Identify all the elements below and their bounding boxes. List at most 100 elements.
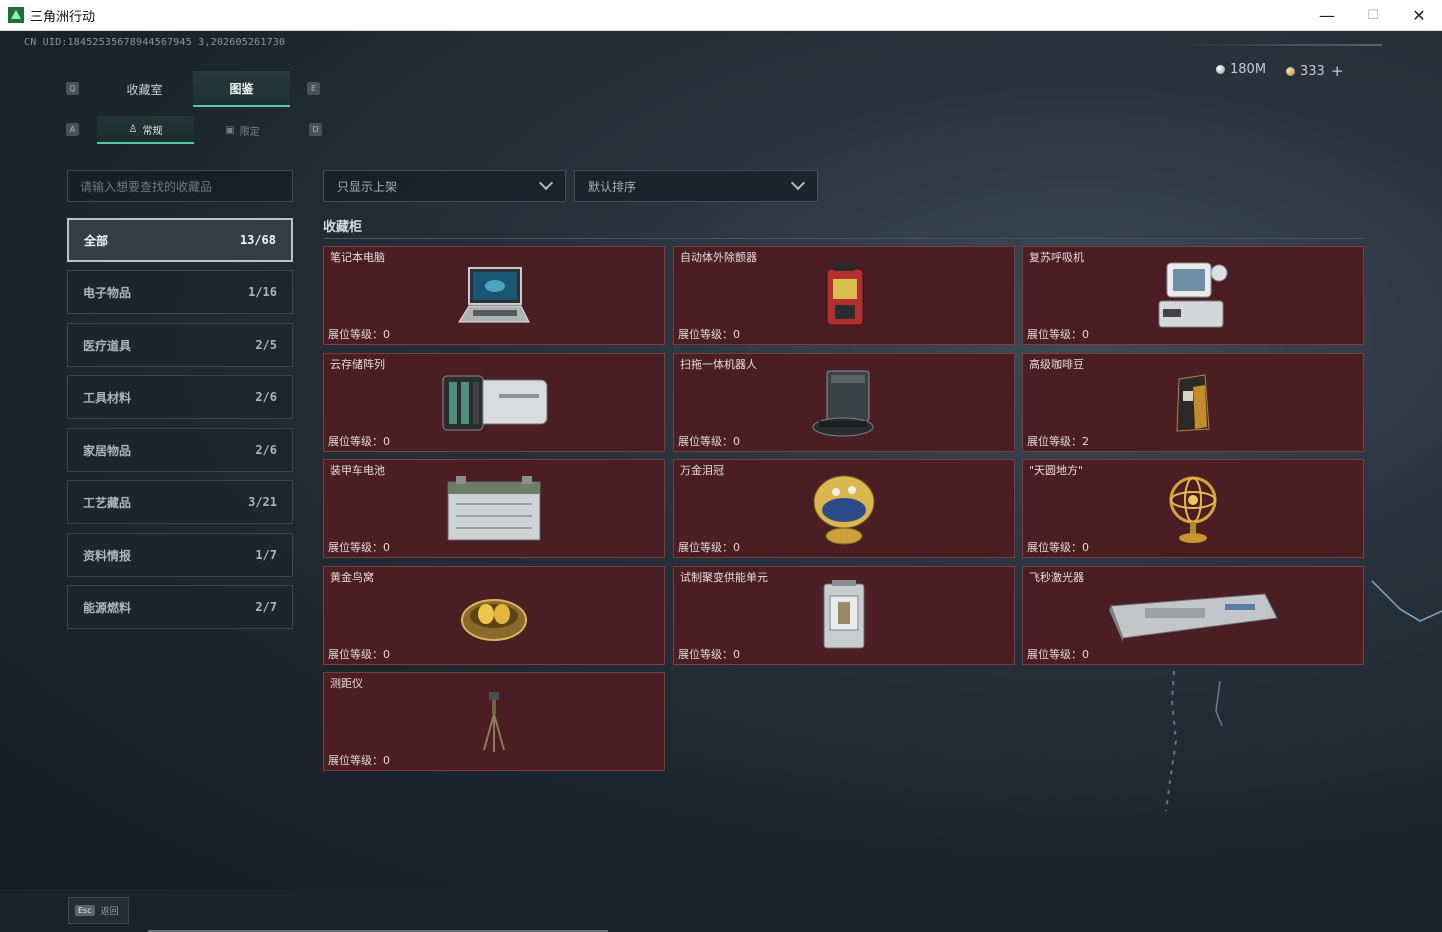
chevron-down-icon [538, 175, 554, 191]
item-card[interactable]: 笔记本电脑 展位等级：0 [323, 246, 665, 345]
trophy-icon: ♙ [128, 123, 138, 135]
category-all[interactable]: 全部 13/68 [67, 218, 293, 262]
item-name: 试制聚变供能单元 [680, 571, 768, 584]
image-icon: ▣ [225, 124, 235, 136]
item-level: 展位等级：0 [1027, 648, 1089, 661]
item-card[interactable]: 复苏呼吸机 展位等级：0 [1022, 246, 1364, 345]
item-name: 万金泪冠 [680, 464, 724, 477]
category-label: 工艺藏品 [83, 495, 132, 510]
category-count: 13/68 [239, 233, 276, 247]
item-name: 飞秒激光器 [1029, 571, 1084, 584]
close-button[interactable]: ✕ [1396, 0, 1442, 31]
category-count: 2/7 [255, 600, 277, 614]
item-level: 展位等级：2 [1027, 435, 1089, 448]
top-divider [1172, 44, 1382, 46]
category-label: 能源燃料 [83, 600, 132, 615]
subtab-limited[interactable]: ▣ 限定 [194, 116, 291, 144]
chevron-down-icon [790, 175, 806, 191]
item-card[interactable]: 试制聚变供能单元 展位等级：0 [673, 566, 1015, 665]
subtab-regular-label: 常规 [142, 125, 163, 137]
item-level: 展位等级：0 [678, 435, 740, 448]
tab-collection-room[interactable]: 收藏室 [96, 71, 193, 107]
app-logo-icon [8, 7, 24, 23]
category-crafts[interactable]: 工艺藏品 3/21 [67, 480, 293, 524]
item-level: 展位等级：0 [328, 435, 390, 448]
item-card[interactable]: 飞秒激光器 展位等级：0 [1022, 566, 1364, 665]
category-label: 医疗道具 [83, 338, 132, 353]
tab-catalog[interactable]: 图鉴 [193, 71, 290, 107]
gold-currency: 333 + [1286, 62, 1343, 80]
silver-amount: 180M [1230, 62, 1267, 77]
key-hint-a: A [66, 123, 79, 136]
category-energy[interactable]: 能源燃料 2/7 [67, 585, 293, 629]
category-count: 1/7 [255, 548, 277, 562]
item-name: 黄金鸟窝 [330, 571, 374, 584]
window-title: 三角洲行动 [30, 9, 96, 25]
item-name: 装甲车电池 [330, 464, 385, 477]
category-tools[interactable]: 工具材料 2/6 [67, 375, 293, 419]
category-count: 2/5 [255, 338, 277, 352]
item-name: 复苏呼吸机 [1029, 251, 1084, 264]
add-currency-button[interactable]: + [1331, 62, 1344, 80]
search-input[interactable]: 请输入想要查找的收藏品 [67, 170, 293, 202]
category-medical[interactable]: 医疗道具 2/5 [67, 323, 293, 367]
item-card[interactable]: "天圆地方" 展位等级：0 [1022, 459, 1364, 558]
category-count: 3/21 [248, 495, 277, 509]
laptop-icon [458, 266, 530, 322]
item-card[interactable]: 万金泪冠 展位等级：0 [673, 459, 1015, 558]
key-hint-e: E [307, 82, 320, 95]
item-level: 展位等级：0 [328, 648, 390, 661]
defibrillator-icon [826, 262, 864, 325]
item-level: 展位等级：0 [678, 648, 740, 661]
item-card[interactable]: 装甲车电池 展位等级：0 [323, 459, 665, 558]
item-card[interactable]: 云存储阵列 展位等级：0 [323, 353, 665, 452]
back-label: 返回 [100, 907, 119, 917]
item-level: 展位等级：0 [1027, 541, 1089, 554]
item-card[interactable]: 自动体外除颤器 展位等级：0 [673, 246, 1015, 345]
armillary-sphere-icon [1169, 476, 1217, 543]
ventilator-icon [1158, 262, 1228, 327]
window-titlebar: 三角洲行动 — ☐ ✕ [0, 0, 1442, 31]
item-name: "天圆地方" [1029, 464, 1084, 477]
shelf-filter-dropdown[interactable]: 只显示上架 [323, 170, 566, 202]
category-electronics[interactable]: 电子物品 1/16 [67, 270, 293, 314]
category-count: 2/6 [255, 443, 277, 457]
item-card[interactable]: 扫拖一体机器人 展位等级：0 [673, 353, 1015, 452]
category-label: 全部 [84, 233, 109, 248]
back-button[interactable]: Esc 返回 [68, 897, 129, 924]
category-label: 家居物品 [83, 443, 132, 458]
esc-key-hint: Esc [75, 905, 95, 916]
sort-dropdown[interactable]: 默认排序 [574, 170, 818, 202]
category-household[interactable]: 家居物品 2/6 [67, 428, 293, 472]
category-count: 2/6 [255, 390, 277, 404]
item-card[interactable]: 测距仪 展位等级：0 [323, 672, 665, 771]
category-intel[interactable]: 资料情报 1/7 [67, 533, 293, 577]
category-label: 电子物品 [83, 285, 132, 300]
category-count: 1/16 [248, 285, 277, 299]
rangefinder-tripod-icon [483, 691, 505, 752]
item-level: 展位等级：0 [328, 754, 390, 767]
item-level: 展位等级：0 [1027, 328, 1089, 341]
item-name: 扫拖一体机器人 [680, 358, 757, 371]
shelf-filter-value: 只显示上架 [337, 179, 398, 194]
sort-value: 默认排序 [588, 179, 637, 194]
battery-icon [447, 475, 541, 540]
storage-array-icon [442, 375, 548, 430]
window-controls: — ☐ ✕ [1304, 0, 1442, 31]
game-viewport: CN UID:18452535678944567945 3,2026052617… [0, 31, 1442, 889]
item-card[interactable]: 黄金鸟窝 展位等级：0 [323, 566, 665, 665]
item-level: 展位等级：0 [328, 541, 390, 554]
gold-coin-icon [1286, 66, 1295, 76]
minimize-button[interactable]: — [1304, 0, 1350, 31]
category-label: 工具材料 [83, 390, 132, 405]
gold-amount: 333 [1300, 63, 1325, 79]
player-uid: CN UID:18452535678944567945 3,2026052617… [24, 37, 286, 48]
subtab-regular[interactable]: ♙ 常规 [97, 116, 194, 144]
laser-device-icon [1109, 592, 1278, 642]
maximize-button[interactable]: ☐ [1350, 0, 1396, 31]
item-level: 展位等级：0 [678, 541, 740, 554]
item-name: 测距仪 [330, 677, 363, 690]
key-hint-d: D [309, 123, 322, 136]
item-card[interactable]: 高级咖啡豆 展位等级：2 [1022, 353, 1364, 452]
section-divider [323, 238, 1364, 239]
